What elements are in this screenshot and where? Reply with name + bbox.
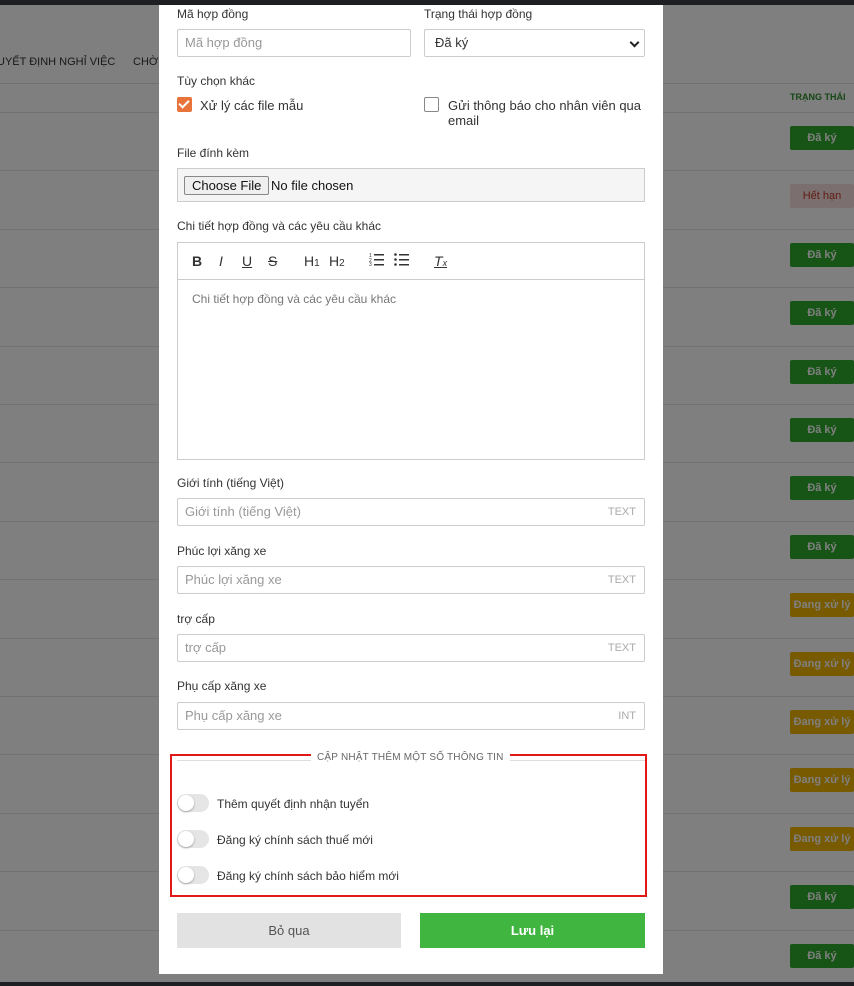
contract-status-label: Trạng thái hợp đồng xyxy=(424,7,533,21)
notify-email-checkbox[interactable] xyxy=(424,97,439,112)
insurance-policy-toggle[interactable] xyxy=(177,866,209,884)
gender-type-tag: TEXT xyxy=(607,506,636,518)
contract-status-value: Đã ký xyxy=(435,35,469,50)
allowance-input[interactable]: trợ cấp TEXT xyxy=(177,634,645,662)
other-options-label: Tùy chọn khác xyxy=(177,74,256,88)
clear-format-icon[interactable]: Tx xyxy=(434,252,447,272)
save-button[interactable]: Lưu lại xyxy=(420,913,645,948)
allowance-placeholder: trợ cấp xyxy=(185,640,227,655)
cancel-button[interactable]: Bỏ qua xyxy=(177,913,401,948)
editor-placeholder[interactable]: Chi tiết hợp đồng và các yêu cầu khác xyxy=(192,292,396,306)
contract-status-select[interactable]: Đã ký xyxy=(424,29,645,57)
fuel-allowance-type-tag: INT xyxy=(618,710,636,722)
tax-policy-toggle[interactable] xyxy=(177,830,209,848)
fuel-allowance-placeholder: Phụ cấp xăng xe xyxy=(185,708,282,723)
notify-email-label-line2: email xyxy=(448,113,480,128)
underline-icon[interactable]: U xyxy=(242,252,252,270)
extra-info-section-title: CẬP NHẬT THÊM MỘT SỐ THÔNG TIN xyxy=(311,752,510,763)
recruitment-decision-label: Thêm quyết định nhận tuyển xyxy=(217,797,370,811)
rich-text-editor: B I U S H1 H2 123 Tx Chi tiết hợp đồng v… xyxy=(177,242,645,460)
italic-icon[interactable]: I xyxy=(219,252,223,270)
insurance-policy-label: Đăng ký chính sách bảo hiểm mới xyxy=(217,869,399,883)
allowance-type-tag: TEXT xyxy=(607,642,636,654)
process-templates-checkbox[interactable] xyxy=(177,97,192,112)
gender-placeholder: Giới tính (tiếng Việt) xyxy=(185,504,301,519)
contract-code-label: Mã hợp đồng xyxy=(177,7,249,21)
bold-icon[interactable]: B xyxy=(192,252,202,270)
attachment-label: File đính kèm xyxy=(177,146,250,160)
contract-modal: Mã hợp đồng Mã hợp đồng Trạng thái hợp đ… xyxy=(159,5,663,974)
allowance-label: trợ cấp xyxy=(177,612,215,626)
ordered-list-icon[interactable]: 123 xyxy=(369,252,384,270)
editor-toolbar: B I U S H1 H2 123 Tx xyxy=(178,243,644,280)
file-status-text: No file chosen xyxy=(271,178,354,193)
chevron-down-icon xyxy=(629,37,640,48)
bullet-list-icon[interactable] xyxy=(394,252,409,270)
heading1-icon[interactable]: H1 xyxy=(304,252,320,273)
fuel-benefit-label: Phúc lợi xăng xe xyxy=(177,544,267,558)
fuel-benefit-input[interactable]: Phúc lợi xăng xe TEXT xyxy=(177,566,645,594)
fuel-benefit-placeholder: Phúc lợi xăng xe xyxy=(185,572,282,587)
details-label: Chi tiết hợp đồng và các yêu cầu khác xyxy=(177,219,381,233)
gender-label: Giới tính (tiếng Việt) xyxy=(177,476,285,490)
heading2-icon[interactable]: H2 xyxy=(329,252,345,273)
strikethrough-icon[interactable]: S xyxy=(268,252,277,270)
fuel-benefit-type-tag: TEXT xyxy=(607,574,636,586)
gender-input[interactable]: Giới tính (tiếng Việt) TEXT xyxy=(177,498,645,526)
fuel-allowance-input[interactable]: Phụ cấp xăng xe INT xyxy=(177,702,645,730)
choose-file-button[interactable]: Choose File xyxy=(184,176,270,195)
process-templates-label: Xử lý các file mẫu xyxy=(200,98,304,113)
tax-policy-label: Đăng ký chính sách thuế mới xyxy=(217,833,373,847)
recruitment-decision-toggle[interactable] xyxy=(177,794,209,812)
contract-code-input[interactable]: Mã hợp đồng xyxy=(177,29,411,57)
notify-email-label-line1: Gửi thông báo cho nhân viên qua xyxy=(448,98,642,113)
svg-text:3: 3 xyxy=(369,262,372,266)
fuel-allowance-label: Phụ cấp xăng xe xyxy=(177,679,267,693)
file-upload-box: Choose File No file chosen xyxy=(177,168,645,202)
